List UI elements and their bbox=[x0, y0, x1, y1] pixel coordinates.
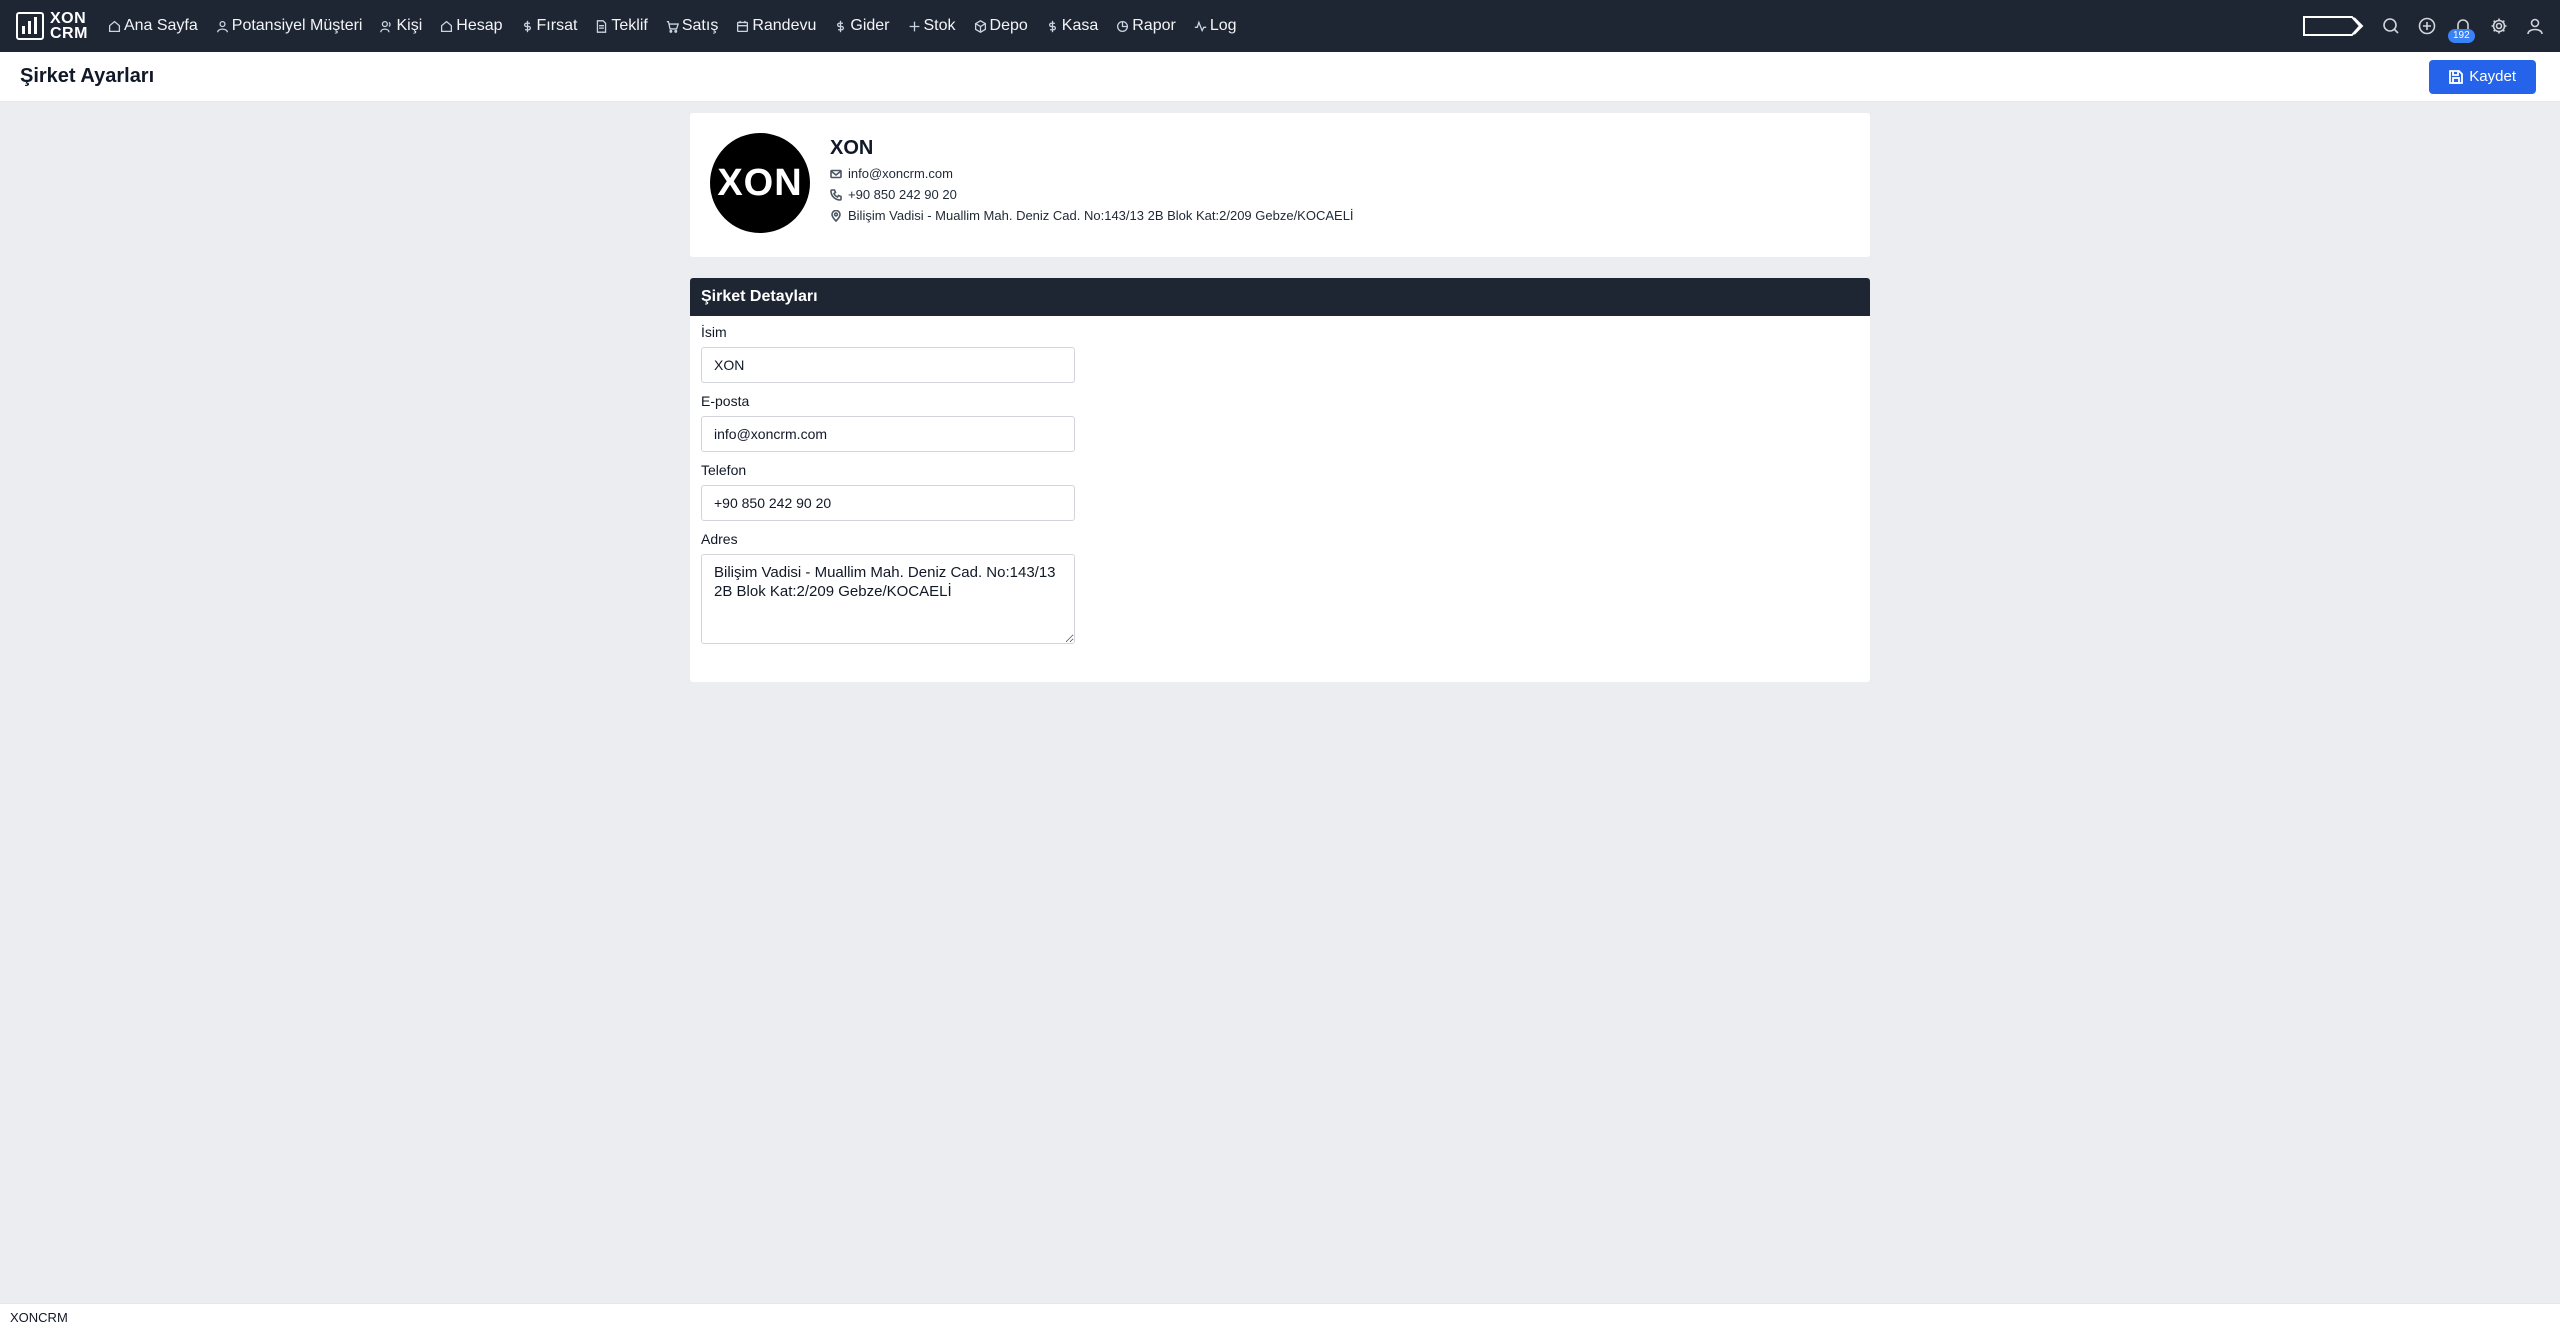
notifications-button[interactable]: 192 bbox=[2448, 17, 2475, 43]
address-label: Adres bbox=[701, 531, 738, 547]
nav-item-rapor[interactable]: Rapor bbox=[1116, 17, 1176, 35]
dollar-icon bbox=[1048, 20, 1056, 32]
top-navbar: XON CRM Ana Sayfa Potansiyel Müşteri Kiş… bbox=[0, 0, 2560, 52]
box-icon bbox=[974, 19, 986, 33]
search-icon[interactable] bbox=[2382, 17, 2400, 35]
phone-field-group: Telefon bbox=[701, 462, 1859, 521]
save-button[interactable]: Kaydet bbox=[2429, 59, 2536, 94]
nav-item-hesap[interactable]: Hesap bbox=[440, 17, 503, 35]
dollar-icon bbox=[523, 20, 531, 32]
add-circle-icon[interactable] bbox=[2418, 17, 2436, 35]
nav-item-log[interactable]: Log bbox=[1194, 17, 1237, 35]
company-details-panel: Şirket Detayları İsim E-posta Telefon Ad… bbox=[690, 278, 1870, 682]
name-label: İsim bbox=[701, 324, 727, 340]
save-icon bbox=[2449, 69, 2464, 84]
logo-chart-icon bbox=[16, 12, 44, 40]
phone-input[interactable] bbox=[701, 485, 1075, 521]
email-label: E-posta bbox=[701, 393, 750, 409]
company-name: XON bbox=[830, 137, 874, 159]
address-textarea[interactable]: Bilişim Vadisi - Muallim Mah. Deniz Cad.… bbox=[701, 554, 1075, 644]
footer: XONCRM bbox=[0, 1303, 2560, 1331]
building-icon bbox=[441, 20, 453, 32]
address-field-group: Adres Bilişim Vadisi - Muallim Mah. Deni… bbox=[701, 531, 1859, 649]
page-header: Şirket Ayarları Kaydet bbox=[0, 52, 2560, 102]
home-icon bbox=[108, 20, 120, 32]
nav-item-potansiyel-musteri[interactable]: Potansiyel Müşteri bbox=[216, 17, 362, 35]
nav-item-stok[interactable]: Stok bbox=[908, 17, 956, 35]
logo-text: XON CRM bbox=[50, 10, 88, 42]
company-details-form: İsim E-posta Telefon Adres Bilişim Vadis… bbox=[690, 316, 1870, 667]
plus-icon bbox=[909, 21, 919, 31]
calendar-icon bbox=[737, 20, 749, 32]
company-summary-card: XON XON info@xoncrm.com +90 850 242 90 2… bbox=[690, 113, 1870, 257]
company-email-row: info@xoncrm.com bbox=[830, 166, 1354, 181]
chart-pie-icon bbox=[1117, 20, 1129, 32]
company-avatar: XON bbox=[710, 133, 810, 233]
phone-label: Telefon bbox=[701, 462, 747, 478]
email-input[interactable] bbox=[701, 416, 1075, 452]
company-address-row: Bilişim Vadisi - Muallim Mah. Deniz Cad.… bbox=[830, 208, 1354, 223]
nav-item-ana-sayfa[interactable]: Ana Sayfa bbox=[108, 17, 198, 35]
details-panel-title: Şirket Detayları bbox=[690, 278, 1870, 316]
company-phone-row: +90 850 242 90 20 bbox=[830, 187, 1354, 202]
app-logo[interactable]: XON CRM bbox=[16, 10, 88, 42]
company-info: XON info@xoncrm.com +90 850 242 90 20 Bi… bbox=[830, 133, 1354, 229]
user-profile-icon[interactable] bbox=[2526, 17, 2544, 35]
nav-item-gider[interactable]: Gider bbox=[834, 17, 890, 35]
nav-item-firsat[interactable]: Fırsat bbox=[521, 17, 577, 35]
activity-icon bbox=[1194, 20, 1206, 32]
nav-item-randevu[interactable]: Randevu bbox=[736, 17, 816, 35]
notification-count-badge: 192 bbox=[2448, 29, 2475, 43]
name-input[interactable] bbox=[701, 347, 1075, 383]
arrow-badge-icon[interactable] bbox=[2302, 15, 2364, 37]
main-menu: Ana Sayfa Potansiyel Müşteri Kişi Hesap … bbox=[108, 17, 1237, 35]
nav-item-teklif[interactable]: Teklif bbox=[595, 17, 648, 35]
page-title: Şirket Ayarları bbox=[20, 65, 155, 87]
footer-brand: XONCRM bbox=[10, 1310, 68, 1325]
nav-item-satis[interactable]: Satış bbox=[666, 17, 718, 35]
nav-item-kasa[interactable]: Kasa bbox=[1046, 17, 1098, 35]
navbar-actions: 192 bbox=[2302, 15, 2544, 43]
nav-item-kisi[interactable]: Kişi bbox=[380, 17, 422, 35]
name-field-group: İsim bbox=[701, 324, 1859, 383]
dollar-icon bbox=[837, 20, 845, 32]
mail-icon bbox=[830, 169, 842, 178]
phone-icon bbox=[830, 188, 842, 201]
nav-item-depo[interactable]: Depo bbox=[974, 17, 1028, 35]
cart-icon bbox=[666, 20, 679, 33]
user-icon bbox=[216, 20, 228, 32]
gear-icon[interactable] bbox=[2490, 17, 2508, 35]
users-icon bbox=[380, 20, 392, 32]
location-pin-icon bbox=[831, 209, 841, 222]
document-icon bbox=[597, 19, 607, 33]
email-field-group: E-posta bbox=[701, 393, 1859, 452]
